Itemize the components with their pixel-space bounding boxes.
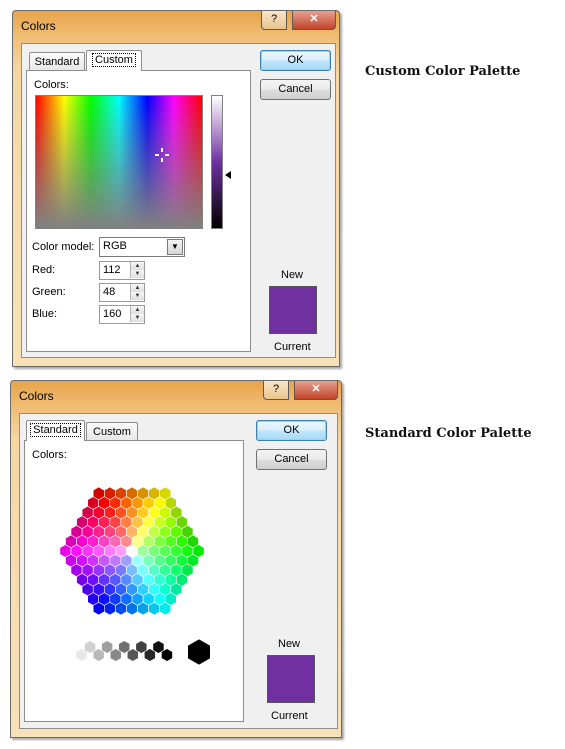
new-label: New <box>281 269 304 281</box>
tab-custom-label: Custom <box>93 426 131 438</box>
tab-custom[interactable]: Custom <box>86 422 138 441</box>
new-label: New <box>278 638 301 650</box>
color-hex-cell[interactable] <box>192 544 205 558</box>
blue-label: Blue: <box>32 308 58 320</box>
color-hexagon-palette[interactable] <box>25 461 241 671</box>
blue-spinner[interactable]: 160 ▲ ▼ <box>99 305 145 324</box>
custom-tab-panel: Colors: Color model: RGB ▼ Red: 112 ▲ ▼ <box>26 70 251 352</box>
cancel-button[interactable]: Cancel <box>260 79 331 100</box>
color-model-value: RGB <box>103 240 127 252</box>
blue-down-arrow-icon[interactable]: ▼ <box>130 314 144 322</box>
chevron-down-icon[interactable]: ▼ <box>167 239 183 255</box>
standard-tab-panel: Colors: <box>24 440 244 722</box>
luminance-arrow-icon[interactable] <box>225 171 231 179</box>
dialog-title: Colors <box>19 389 54 403</box>
tab-standard-label: Standard <box>34 56 80 68</box>
dialog-client-area: Standard Custom Colors: Color model: RGB… <box>21 43 336 358</box>
ok-button[interactable]: OK <box>260 50 331 71</box>
tab-custom-label: Custom <box>92 53 136 67</box>
color-preview-swatch <box>267 655 315 703</box>
red-down-arrow-icon[interactable]: ▼ <box>130 270 144 278</box>
colors-label: Colors: <box>34 79 69 91</box>
cancel-button[interactable]: Cancel <box>256 449 327 470</box>
tab-custom[interactable]: Custom <box>86 50 142 71</box>
ok-button[interactable]: OK <box>256 420 327 441</box>
color-spectrum[interactable] <box>35 95 203 229</box>
black-hex-cell[interactable] <box>187 638 211 666</box>
help-button[interactable]: ? <box>263 381 289 400</box>
blue-value[interactable]: 160 <box>103 308 121 320</box>
dialog-client-area: Standard Custom Colors: OK Cancel New Cu… <box>19 413 338 729</box>
red-value[interactable]: 112 <box>103 264 121 276</box>
dialog-title: Colors <box>21 19 56 33</box>
color-model-select[interactable]: RGB ▼ <box>99 237 185 257</box>
close-button[interactable]: ✕ <box>292 11 336 30</box>
standard-palette-caption: Standard Color Palette <box>365 426 532 441</box>
crosshair-cursor-icon <box>155 148 169 162</box>
tab-standard-label: Standard <box>30 423 81 437</box>
green-label: Green: <box>32 286 66 298</box>
help-button[interactable]: ? <box>261 11 287 30</box>
grey-hex-cell[interactable] <box>161 648 173 662</box>
current-label: Current <box>274 341 311 353</box>
tab-standard[interactable]: Standard <box>29 52 85 71</box>
green-spinner[interactable]: 48 ▲ ▼ <box>99 283 145 302</box>
color-model-label: Color model: <box>32 241 95 253</box>
colors-label: Colors: <box>32 449 67 461</box>
close-button[interactable]: ✕ <box>294 381 338 400</box>
luminance-slider[interactable] <box>211 95 223 229</box>
tab-standard[interactable]: Standard <box>26 420 85 441</box>
color-preview-swatch <box>269 286 317 334</box>
red-spinner[interactable]: 112 ▲ ▼ <box>99 261 145 280</box>
custom-palette-caption: Custom Color Palette <box>365 64 521 79</box>
standard-colors-dialog: Colors ? ✕ Standard Custom Colors: OK Ca… <box>10 380 342 738</box>
green-value[interactable]: 48 <box>103 286 115 298</box>
red-label: Red: <box>32 264 56 276</box>
green-down-arrow-icon[interactable]: ▼ <box>130 292 144 300</box>
custom-colors-dialog: Colors ? ✕ Standard Custom Colors: Color… <box>12 10 340 367</box>
current-label: Current <box>271 710 308 722</box>
